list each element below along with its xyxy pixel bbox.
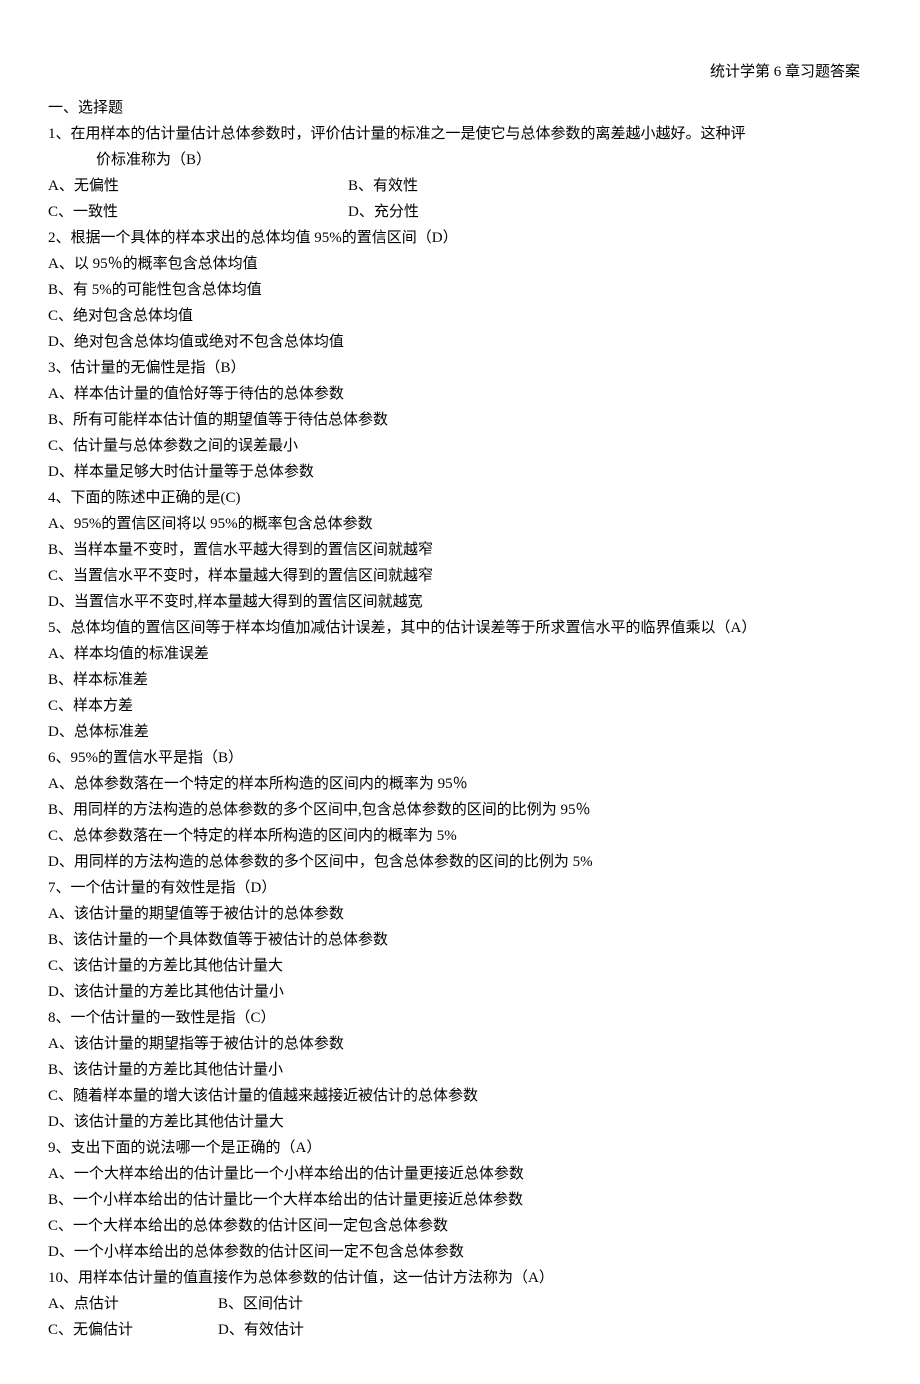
option-item: D、样本量足够大时估计量等于总体参数 [48, 460, 880, 484]
option-item: C、当置信水平不变时，样本量越大得到的置信区间就越窄 [48, 564, 880, 588]
option-item: C、一个大样本给出的总体参数的估计区间一定包含总体参数 [48, 1214, 880, 1238]
option-row: A、点估计B、区间估计 [48, 1292, 880, 1316]
question-stem: 6、95%的置信水平是指（B） [48, 746, 880, 770]
question-stem-cont: 价标准称为（B） [48, 148, 880, 172]
option-item: B、一个小样本给出的估计量比一个大样本给出的估计量更接近总体参数 [48, 1188, 880, 1212]
option-right: D、有效估计 [218, 1318, 304, 1342]
option-row: C、一致性D、充分性 [48, 200, 880, 224]
option-item: A、以 95％的概率包含总体均值 [48, 252, 880, 276]
option-left: C、无偏估计 [48, 1318, 218, 1342]
option-item: D、该估计量的方差比其他估计量小 [48, 980, 880, 1004]
option-item: A、样本均值的标准误差 [48, 642, 880, 666]
question-stem: 2、根据一个具体的样本求出的总体均值 95%的置信区间（D） [48, 226, 880, 250]
option-item: C、该估计量的方差比其他估计量大 [48, 954, 880, 978]
question-stem: 5、总体均值的置信区间等于样本均值加减估计误差，其中的估计误差等于所求置信水平的… [48, 616, 880, 640]
question-stem: 4、下面的陈述中正确的是(C) [48, 486, 880, 510]
question-stem: 8、一个估计量的一致性是指（C） [48, 1006, 880, 1030]
option-item: C、绝对包含总体均值 [48, 304, 880, 328]
question-stem: 1、在用样本的估计量估计总体参数时，评价估计量的标准之一是使它与总体参数的离差越… [48, 122, 880, 146]
option-item: A、一个大样本给出的估计量比一个小样本给出的估计量更接近总体参数 [48, 1162, 880, 1186]
option-item: B、当样本量不变时，置信水平越大得到的置信区间就越窄 [48, 538, 880, 562]
option-item: D、一个小样本给出的总体参数的估计区间一定不包含总体参数 [48, 1240, 880, 1264]
option-item: D、用同样的方法构造的总体参数的多个区间中，包含总体参数的区间的比例为 5% [48, 850, 880, 874]
option-item: A、样本估计量的值恰好等于待估的总体参数 [48, 382, 880, 406]
question-list: 1、在用样本的估计量估计总体参数时，评价估计量的标准之一是使它与总体参数的离差越… [48, 122, 880, 1342]
option-item: B、用同样的方法构造的总体参数的多个区间中,包含总体参数的区间的比例为 95％ [48, 798, 880, 822]
option-item: B、该估计量的一个具体数值等于被估计的总体参数 [48, 928, 880, 952]
option-right: B、区间估计 [218, 1292, 303, 1316]
question-stem: 7、一个估计量的有效性是指（D） [48, 876, 880, 900]
header-text: 统计学第 6 章习题答案 [710, 64, 860, 80]
option-item: A、95%的置信区间将以 95%的概率包含总体参数 [48, 512, 880, 536]
option-left: A、点估计 [48, 1292, 218, 1316]
option-right: D、充分性 [348, 200, 419, 224]
option-item: A、该估计量的期望指等于被估计的总体参数 [48, 1032, 880, 1056]
content-area: 一、选择题 1、在用样本的估计量估计总体参数时，评价估计量的标准之一是使它与总体… [40, 96, 880, 1342]
option-item: C、随着样本量的增大该估计量的值越来越接近被估计的总体参数 [48, 1084, 880, 1108]
option-item: B、样本标准差 [48, 668, 880, 692]
option-item: B、所有可能样本估计值的期望值等于待估总体参数 [48, 408, 880, 432]
page-header: 统计学第 6 章习题答案 [40, 60, 880, 84]
option-item: B、该估计量的方差比其他估计量小 [48, 1058, 880, 1082]
option-item: C、估计量与总体参数之间的误差最小 [48, 434, 880, 458]
question-stem: 10、用样本估计量的值直接作为总体参数的估计值，这一估计方法称为（A） [48, 1266, 880, 1290]
option-left: C、一致性 [48, 200, 348, 224]
option-item: C、样本方差 [48, 694, 880, 718]
option-item: C、总体参数落在一个特定的样本所构造的区间内的概率为 5% [48, 824, 880, 848]
option-row: A、无偏性B、有效性 [48, 174, 880, 198]
option-right: B、有效性 [348, 174, 418, 198]
option-item: D、总体标准差 [48, 720, 880, 744]
option-item: A、该估计量的期望值等于被估计的总体参数 [48, 902, 880, 926]
option-row: C、无偏估计D、有效估计 [48, 1318, 880, 1342]
option-item: A、总体参数落在一个特定的样本所构造的区间内的概率为 95％ [48, 772, 880, 796]
option-item: D、当置信水平不变时,样本量越大得到的置信区间就越宽 [48, 590, 880, 614]
question-stem: 9、支出下面的说法哪一个是正确的（A） [48, 1136, 880, 1160]
option-item: D、该估计量的方差比其他估计量大 [48, 1110, 880, 1134]
section-title: 一、选择题 [48, 96, 880, 120]
option-item: D、绝对包含总体均值或绝对不包含总体均值 [48, 330, 880, 354]
question-stem: 3、估计量的无偏性是指（B） [48, 356, 880, 380]
option-left: A、无偏性 [48, 174, 348, 198]
option-item: B、有 5%的可能性包含总体均值 [48, 278, 880, 302]
